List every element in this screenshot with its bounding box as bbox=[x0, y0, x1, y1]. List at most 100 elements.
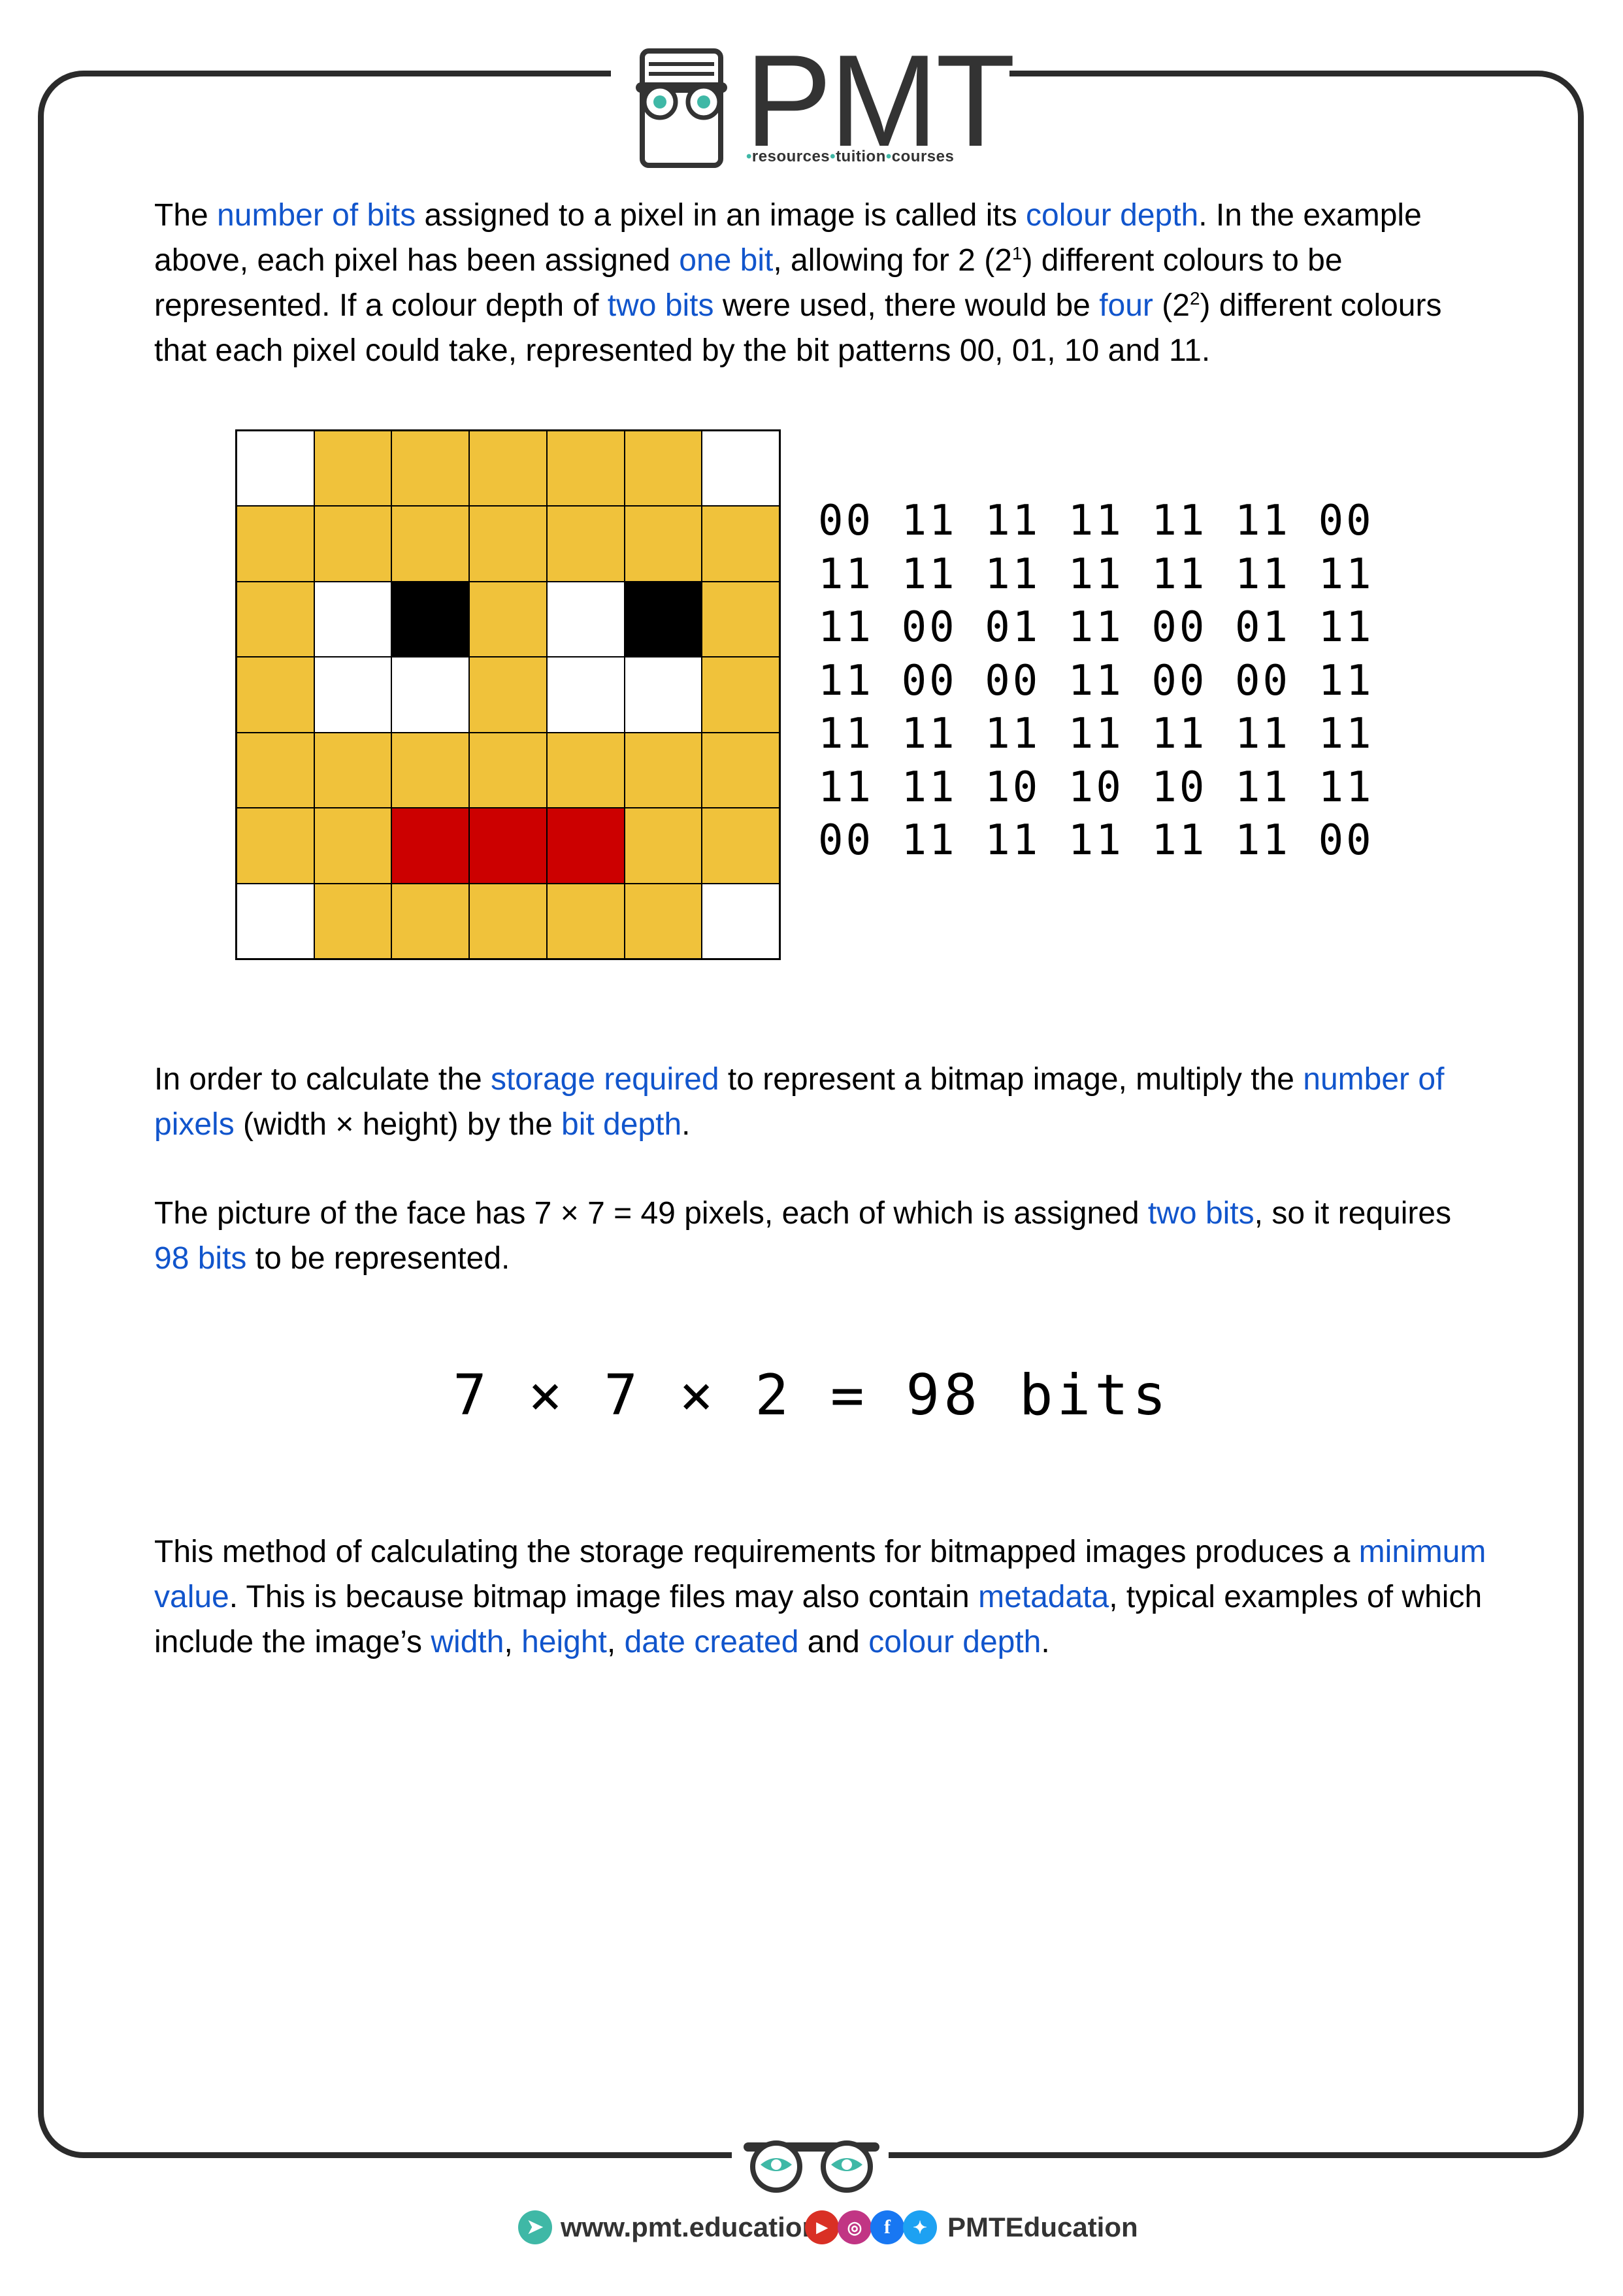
text-run: In order to calculate the bbox=[154, 1062, 491, 1097]
bit-row: 11 00 01 11 00 01 11 bbox=[818, 603, 1374, 652]
footer: ➤ www.pmt.education ▶ ◎ f ✦ PMTEducation bbox=[0, 2203, 1623, 2248]
pixel-cell bbox=[469, 657, 547, 733]
text-run: The picture of the face has 7 × 7 = 49 p… bbox=[154, 1196, 1148, 1231]
social-handle[interactable]: PMTEducation bbox=[947, 2212, 1138, 2243]
pixel-cell bbox=[237, 657, 314, 733]
pixel-cell bbox=[624, 808, 702, 884]
text-run: , bbox=[606, 1625, 625, 1659]
pixel-cell bbox=[702, 732, 779, 808]
text-run: This method of calculating the storage r… bbox=[154, 1535, 1359, 1569]
pixel-cell bbox=[391, 808, 470, 884]
pixel-cell bbox=[237, 808, 314, 884]
pixel-cell bbox=[391, 581, 470, 657]
instagram-icon[interactable]: ◎ bbox=[838, 2210, 872, 2244]
pixel-cell bbox=[469, 581, 547, 657]
text-run: . bbox=[1041, 1625, 1050, 1659]
paragraph-colour-depth: The number of bits assigned to a pixel i… bbox=[154, 193, 1487, 373]
pixel-cell bbox=[702, 657, 779, 733]
text-run: , so it requires bbox=[1254, 1196, 1452, 1231]
pixel-cell bbox=[624, 506, 702, 582]
pixel-cell bbox=[546, 808, 625, 884]
pixel-cell bbox=[314, 808, 392, 884]
pixel-cell bbox=[546, 657, 625, 733]
pixel-cell bbox=[624, 657, 702, 733]
highlighted-term: date created bbox=[624, 1625, 799, 1659]
pixel-cell bbox=[546, 883, 625, 959]
text-run: (2 bbox=[1153, 288, 1190, 323]
pixel-cell bbox=[391, 732, 470, 808]
paragraph-face-example: The picture of the face has 7 × 7 = 49 p… bbox=[154, 1191, 1487, 1281]
twitter-icon[interactable]: ✦ bbox=[903, 2210, 937, 2244]
bit-row: 11 11 10 10 10 11 11 bbox=[818, 763, 1374, 812]
storage-equation: 7 × 7 × 2 = 98 bits bbox=[453, 1363, 1170, 1428]
highlighted-term: storage required bbox=[490, 1062, 719, 1097]
highlighted-term: metadata bbox=[978, 1580, 1109, 1614]
highlighted-term: number of bits bbox=[217, 198, 416, 233]
text-run: and bbox=[798, 1625, 869, 1659]
pixel-cell bbox=[314, 657, 392, 733]
pixel-cell bbox=[391, 506, 470, 582]
highlighted-term: one bit bbox=[679, 243, 774, 278]
bit-pattern-block: 00 11 11 11 11 11 00 11 11 11 11 11 11 11… bbox=[818, 495, 1374, 868]
text-run: . bbox=[681, 1107, 691, 1142]
pixel-cell bbox=[546, 732, 625, 808]
pixel-cell bbox=[546, 431, 625, 507]
youtube-icon[interactable]: ▶ bbox=[805, 2210, 839, 2244]
text-run: , allowing for 2 (2 bbox=[773, 243, 1012, 278]
text-run: , bbox=[504, 1625, 522, 1659]
pixel-cell bbox=[624, 883, 702, 959]
pixel-cell bbox=[702, 431, 779, 507]
highlighted-term: colour depth bbox=[868, 1625, 1041, 1659]
pixel-cell bbox=[237, 431, 314, 507]
highlighted-term: two bits bbox=[607, 288, 714, 323]
pixel-cell bbox=[624, 431, 702, 507]
bit-row: 00 11 11 11 11 11 00 bbox=[818, 497, 1374, 545]
highlighted-term: 98 bits bbox=[154, 1241, 247, 1276]
pixel-cell bbox=[391, 657, 470, 733]
text-run: (width × height) by the bbox=[234, 1107, 561, 1142]
facebook-icon[interactable]: f bbox=[870, 2210, 904, 2244]
highlighted-term: height bbox=[521, 1625, 607, 1659]
highlighted-term: width bbox=[431, 1625, 504, 1659]
pixel-cell bbox=[702, 808, 779, 884]
cursor-icon: ➤ bbox=[518, 2210, 552, 2244]
pixel-cell bbox=[314, 732, 392, 808]
pixel-cell bbox=[314, 581, 392, 657]
pixel-face-grid bbox=[235, 429, 781, 960]
text-run: to be represented. bbox=[246, 1241, 510, 1276]
pixel-cell bbox=[237, 732, 314, 808]
text-run: The bbox=[154, 198, 218, 233]
pixel-cell bbox=[469, 883, 547, 959]
pixel-cell bbox=[237, 506, 314, 582]
bit-row: 11 11 11 11 11 11 11 bbox=[818, 710, 1374, 758]
pixel-cell bbox=[702, 581, 779, 657]
pixel-cell bbox=[624, 581, 702, 657]
pixel-cell bbox=[624, 732, 702, 808]
logo-text: PMT bbox=[745, 28, 1015, 174]
text-run: assigned to a pixel in an image is calle… bbox=[416, 198, 1026, 233]
bit-row: 11 00 00 11 00 00 11 bbox=[818, 656, 1374, 705]
pixel-cell bbox=[702, 883, 779, 959]
pixel-cell bbox=[702, 506, 779, 582]
highlighted-term: two bits bbox=[1147, 1196, 1254, 1231]
pixel-cell bbox=[314, 506, 392, 582]
pixel-cell bbox=[314, 883, 392, 959]
logo-tagline: •resources•tuition•courses bbox=[746, 148, 955, 165]
pixel-cell bbox=[469, 808, 547, 884]
highlighted-term: colour depth bbox=[1026, 198, 1199, 233]
superscript: 1 bbox=[1011, 243, 1023, 263]
paragraph-storage-required: In order to calculate the storage requir… bbox=[154, 1057, 1487, 1147]
bit-row: 00 11 11 11 11 11 00 bbox=[818, 816, 1374, 865]
pixel-cell bbox=[546, 581, 625, 657]
glasses-icon bbox=[744, 2140, 879, 2193]
pixel-cell bbox=[469, 431, 547, 507]
text-run: were used, there would be bbox=[713, 288, 1100, 323]
pixel-cell bbox=[391, 883, 470, 959]
website-link[interactable]: www.pmt.education bbox=[561, 2212, 819, 2243]
pixel-cell bbox=[546, 506, 625, 582]
paragraph-metadata: This method of calculating the storage r… bbox=[154, 1529, 1487, 1665]
pixel-cell bbox=[469, 506, 547, 582]
pixel-cell bbox=[469, 732, 547, 808]
pixel-cell bbox=[237, 581, 314, 657]
pixel-cell bbox=[314, 431, 392, 507]
